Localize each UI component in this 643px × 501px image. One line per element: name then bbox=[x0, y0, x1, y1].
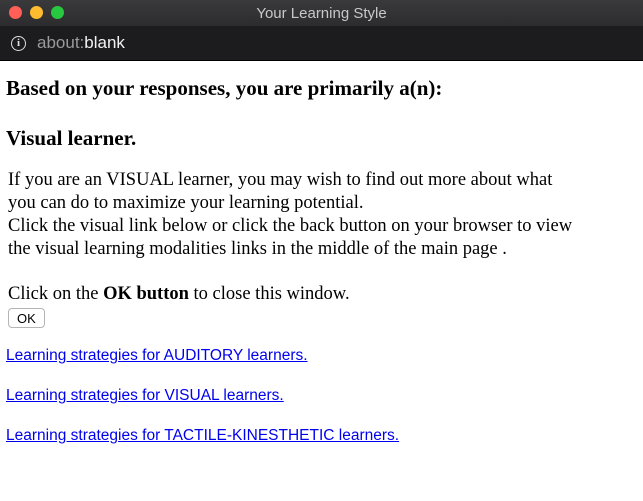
info-paragraph: If you are an VISUAL learner, you may wi… bbox=[8, 169, 635, 261]
visual-link[interactable]: Learning strategies for VISUAL learners. bbox=[6, 387, 635, 405]
window-titlebar: Your Learning Style bbox=[0, 0, 643, 26]
traffic-lights bbox=[9, 6, 64, 19]
auditory-link[interactable]: Learning strategies for AUDITORY learner… bbox=[6, 347, 635, 365]
close-suffix: to close this window. bbox=[188, 284, 350, 304]
paragraph-line: the visual learning modalities links in … bbox=[8, 239, 507, 259]
strategy-links: Learning strategies for AUDITORY learner… bbox=[6, 347, 635, 445]
url-host: blank bbox=[84, 33, 125, 52]
page-content: Based on your responses, you are primari… bbox=[0, 75, 643, 445]
primary-heading: Based on your responses, you are primari… bbox=[6, 76, 443, 100]
address-bar[interactable]: i about:blank bbox=[0, 26, 643, 61]
close-instruction: Click on the OK button to close this win… bbox=[8, 283, 635, 306]
maximize-window-button[interactable] bbox=[51, 6, 64, 19]
ok-button[interactable]: OK bbox=[8, 308, 45, 328]
minimize-window-button[interactable] bbox=[30, 6, 43, 19]
close-bold: OK button bbox=[103, 284, 189, 304]
paragraph-line: If you are an VISUAL learner, you may wi… bbox=[8, 170, 553, 190]
tactile-kinesthetic-link[interactable]: Learning strategies for TACTILE-KINESTHE… bbox=[6, 427, 635, 445]
paragraph-line: you can do to maximize your learning pot… bbox=[8, 193, 364, 213]
result-heading: Visual learner. bbox=[6, 126, 137, 150]
paragraph-line: Click the visual link below or click the… bbox=[8, 216, 573, 236]
url-text[interactable]: about:blank bbox=[37, 33, 125, 53]
window-title: Your Learning Style bbox=[256, 4, 387, 22]
info-icon[interactable]: i bbox=[11, 35, 26, 51]
close-window-button[interactable] bbox=[9, 6, 22, 19]
url-scheme: about: bbox=[37, 33, 85, 52]
close-prefix: Click on the bbox=[8, 284, 104, 304]
